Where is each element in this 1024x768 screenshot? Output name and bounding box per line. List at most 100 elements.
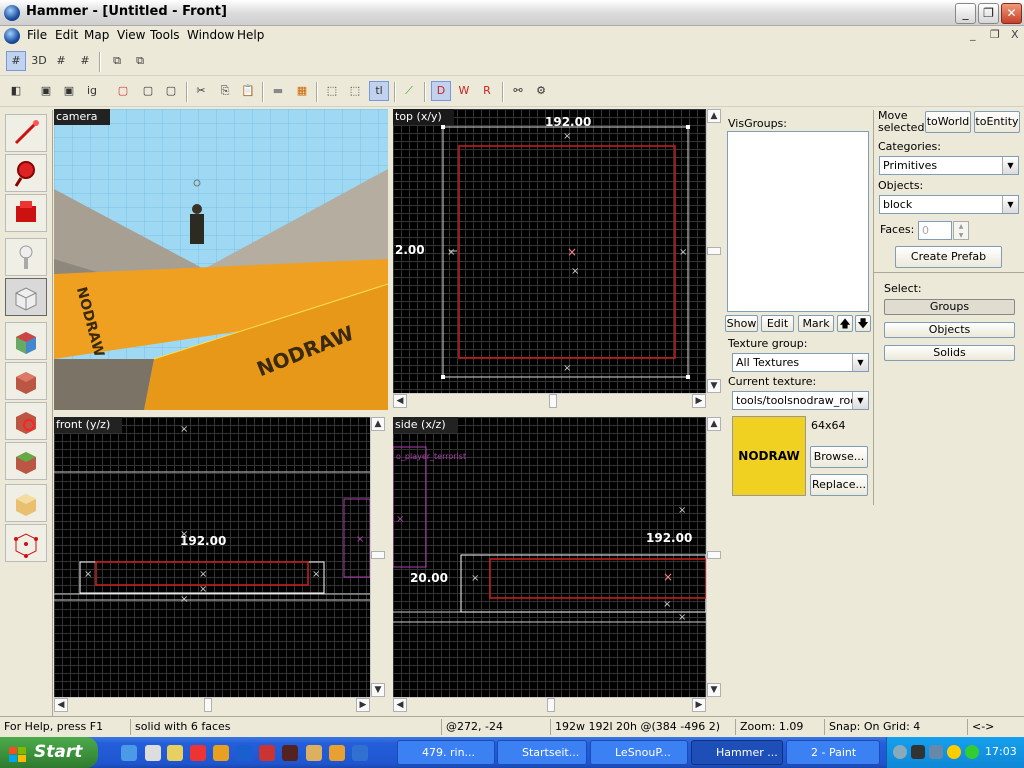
scroll-down-arrow[interactable]: ▼ [707,379,721,393]
transform-w-icon[interactable]: W [454,81,474,101]
ungroup-icon[interactable]: ▣ [59,81,79,101]
replace-button[interactable]: Replace... [810,474,868,496]
tray-network-icon[interactable] [929,745,943,759]
taskbar-item-paint[interactable]: 2 - Paint [786,740,880,765]
vertex-tool-icon[interactable] [5,524,47,562]
faces-spinner[interactable]: ▲ ▼ [953,221,969,240]
texture-group-select[interactable]: All Textures ▼ [732,353,869,372]
texture-preview[interactable]: NODRAW [732,416,806,496]
hide-unselected-icon[interactable]: ▢ [138,81,158,101]
menu-file[interactable]: File [27,28,47,42]
select-objects-button[interactable]: Objects [884,322,1015,338]
texture-application-icon[interactable] [5,322,47,360]
menu-edit[interactable]: Edit [55,28,78,42]
tool-quicklaunch-icon[interactable] [213,745,229,761]
minimize-button[interactable]: _ [955,3,976,24]
taskbar-item-hammer[interactable]: Hammer ... [691,740,783,765]
open-icon[interactable]: ◧ [6,81,26,101]
group-icon[interactable]: ▣ [36,81,56,101]
entity-tool-icon[interactable] [5,238,47,276]
menu-map[interactable]: Map [84,28,109,42]
visgroup-up-button[interactable]: 🡅 [837,315,853,332]
opera-quicklaunch-icon[interactable] [190,745,206,761]
menu-tools[interactable]: Tools [150,28,180,42]
chevron-quicklaunch-icon[interactable] [352,745,368,761]
close-button[interactable]: ✕ [1001,3,1022,24]
select-solids-button[interactable]: Solids [884,345,1015,361]
visgroup-edit-button[interactable]: Edit [761,315,794,332]
visgroup-show-button[interactable]: Show [725,315,758,332]
chevron-down-icon[interactable]: ▼ [1002,157,1018,174]
scroll-up-arrow[interactable]: ▲ [707,417,721,431]
hide-selection-icon[interactable]: ▢ [113,81,133,101]
camera-tool-icon[interactable] [5,194,47,232]
hollow-icon[interactable]: ⧉ [130,51,150,71]
grid-3d-icon[interactable]: 3D [29,51,49,71]
side-horizontal-scrollbar[interactable]: ◀ ▶ [393,697,706,713]
calc-quicklaunch-icon[interactable] [145,745,161,761]
chevron-down-icon[interactable]: ▼ [852,392,868,409]
chevron-down-icon[interactable]: ▼ [1002,196,1018,213]
faces-input[interactable]: 0 [918,221,952,240]
selection-tool-icon[interactable] [5,114,47,152]
vertex-icon[interactable]: ⟋ [399,81,419,101]
scroll-right-arrow[interactable]: ▶ [692,394,706,408]
scroll-up-arrow[interactable]: ▲ [371,417,385,431]
top-horizontal-scrollbar[interactable]: ◀ ▶ [393,393,706,409]
side-viewport[interactable]: × × × × × × o_player_terrorist 192.00 20… [393,417,706,697]
camera-viewport-label[interactable]: camera [54,109,110,125]
paste-icon[interactable]: 📋 [238,81,258,101]
select-groups-button[interactable]: Groups [884,299,1015,315]
to-entity-button[interactable]: toEntity [974,111,1020,133]
overlay-tool-icon[interactable] [5,442,47,480]
scroll-thumb[interactable] [371,551,385,559]
decal-tool-icon[interactable] [5,402,47,440]
scroll-up-arrow[interactable]: ▲ [707,109,721,123]
top-vertical-scrollbar[interactable]: ▲ ▼ [706,109,722,393]
scroll-thumb[interactable] [547,698,555,712]
ignore-groups-icon[interactable]: ig [82,81,102,101]
top-viewport-label[interactable]: top (x/y) [393,109,454,125]
create-prefab-button[interactable]: Create Prefab [895,246,1002,268]
hammer-quicklaunch-icon[interactable] [306,745,322,761]
scroll-thumb[interactable] [549,394,557,408]
browse-button[interactable]: Browse... [810,446,868,468]
tray-icq-icon[interactable] [965,745,979,759]
camera-viewport[interactable]: NODRAW NODRAW camera [54,109,388,410]
media-quicklaunch-icon[interactable] [282,745,298,761]
tray-steam-icon[interactable] [911,745,925,759]
transform-r-icon[interactable]: R [477,81,497,101]
objects-select[interactable]: block ▼ [879,195,1019,214]
app-quicklaunch-icon[interactable] [167,745,183,761]
mdi-restore-button[interactable]: ❐ [990,28,1000,41]
grid-small-icon[interactable]: # [51,51,71,71]
scroll-down-arrow[interactable]: ▼ [707,683,721,697]
maximize-button[interactable]: ❐ [978,3,999,24]
document-icon[interactable] [4,28,20,44]
taskbar-item-1[interactable]: 479. rin... [397,740,495,765]
grid-toggle-icon[interactable]: # [6,51,26,71]
grid-large-icon[interactable]: # [75,51,95,71]
current-texture-select[interactable]: tools/toolsnodraw_roof ▼ [732,391,869,410]
side-viewport-label[interactable]: side (x/z) [393,417,458,433]
visgroup-down-button[interactable]: 🡇 [855,315,871,332]
person-quicklaunch-icon[interactable] [329,745,345,761]
cut-icon[interactable]: ✂ [191,81,211,101]
front-horizontal-scrollbar[interactable]: ◀ ▶ [54,697,370,713]
menu-view[interactable]: View [117,28,145,42]
side-vertical-scrollbar[interactable]: ▲ ▼ [706,417,722,697]
compile-icon[interactable]: ⚙ [531,81,551,101]
front-vertical-scrollbar[interactable]: ▲ ▼ [370,417,386,697]
magnify-tool-icon[interactable] [5,154,47,192]
start-button[interactable]: Start [0,737,98,768]
front-viewport[interactable]: × × × × × × × × 192.00 front (y/z) [54,417,370,697]
taskbar-item-3[interactable]: LeSnouP... [590,740,688,765]
mdi-close-button[interactable]: X [1011,28,1019,41]
steam-quicklaunch-icon[interactable] [236,745,252,761]
visgroups-list[interactable] [727,131,869,312]
clipping-tool-icon[interactable] [5,484,47,522]
carve-icon[interactable]: ⧉ [107,51,127,71]
show-all-icon[interactable]: ▢ [161,81,181,101]
chevron-down-icon[interactable]: ▼ [852,354,868,371]
transform-d-icon[interactable]: D [431,81,451,101]
